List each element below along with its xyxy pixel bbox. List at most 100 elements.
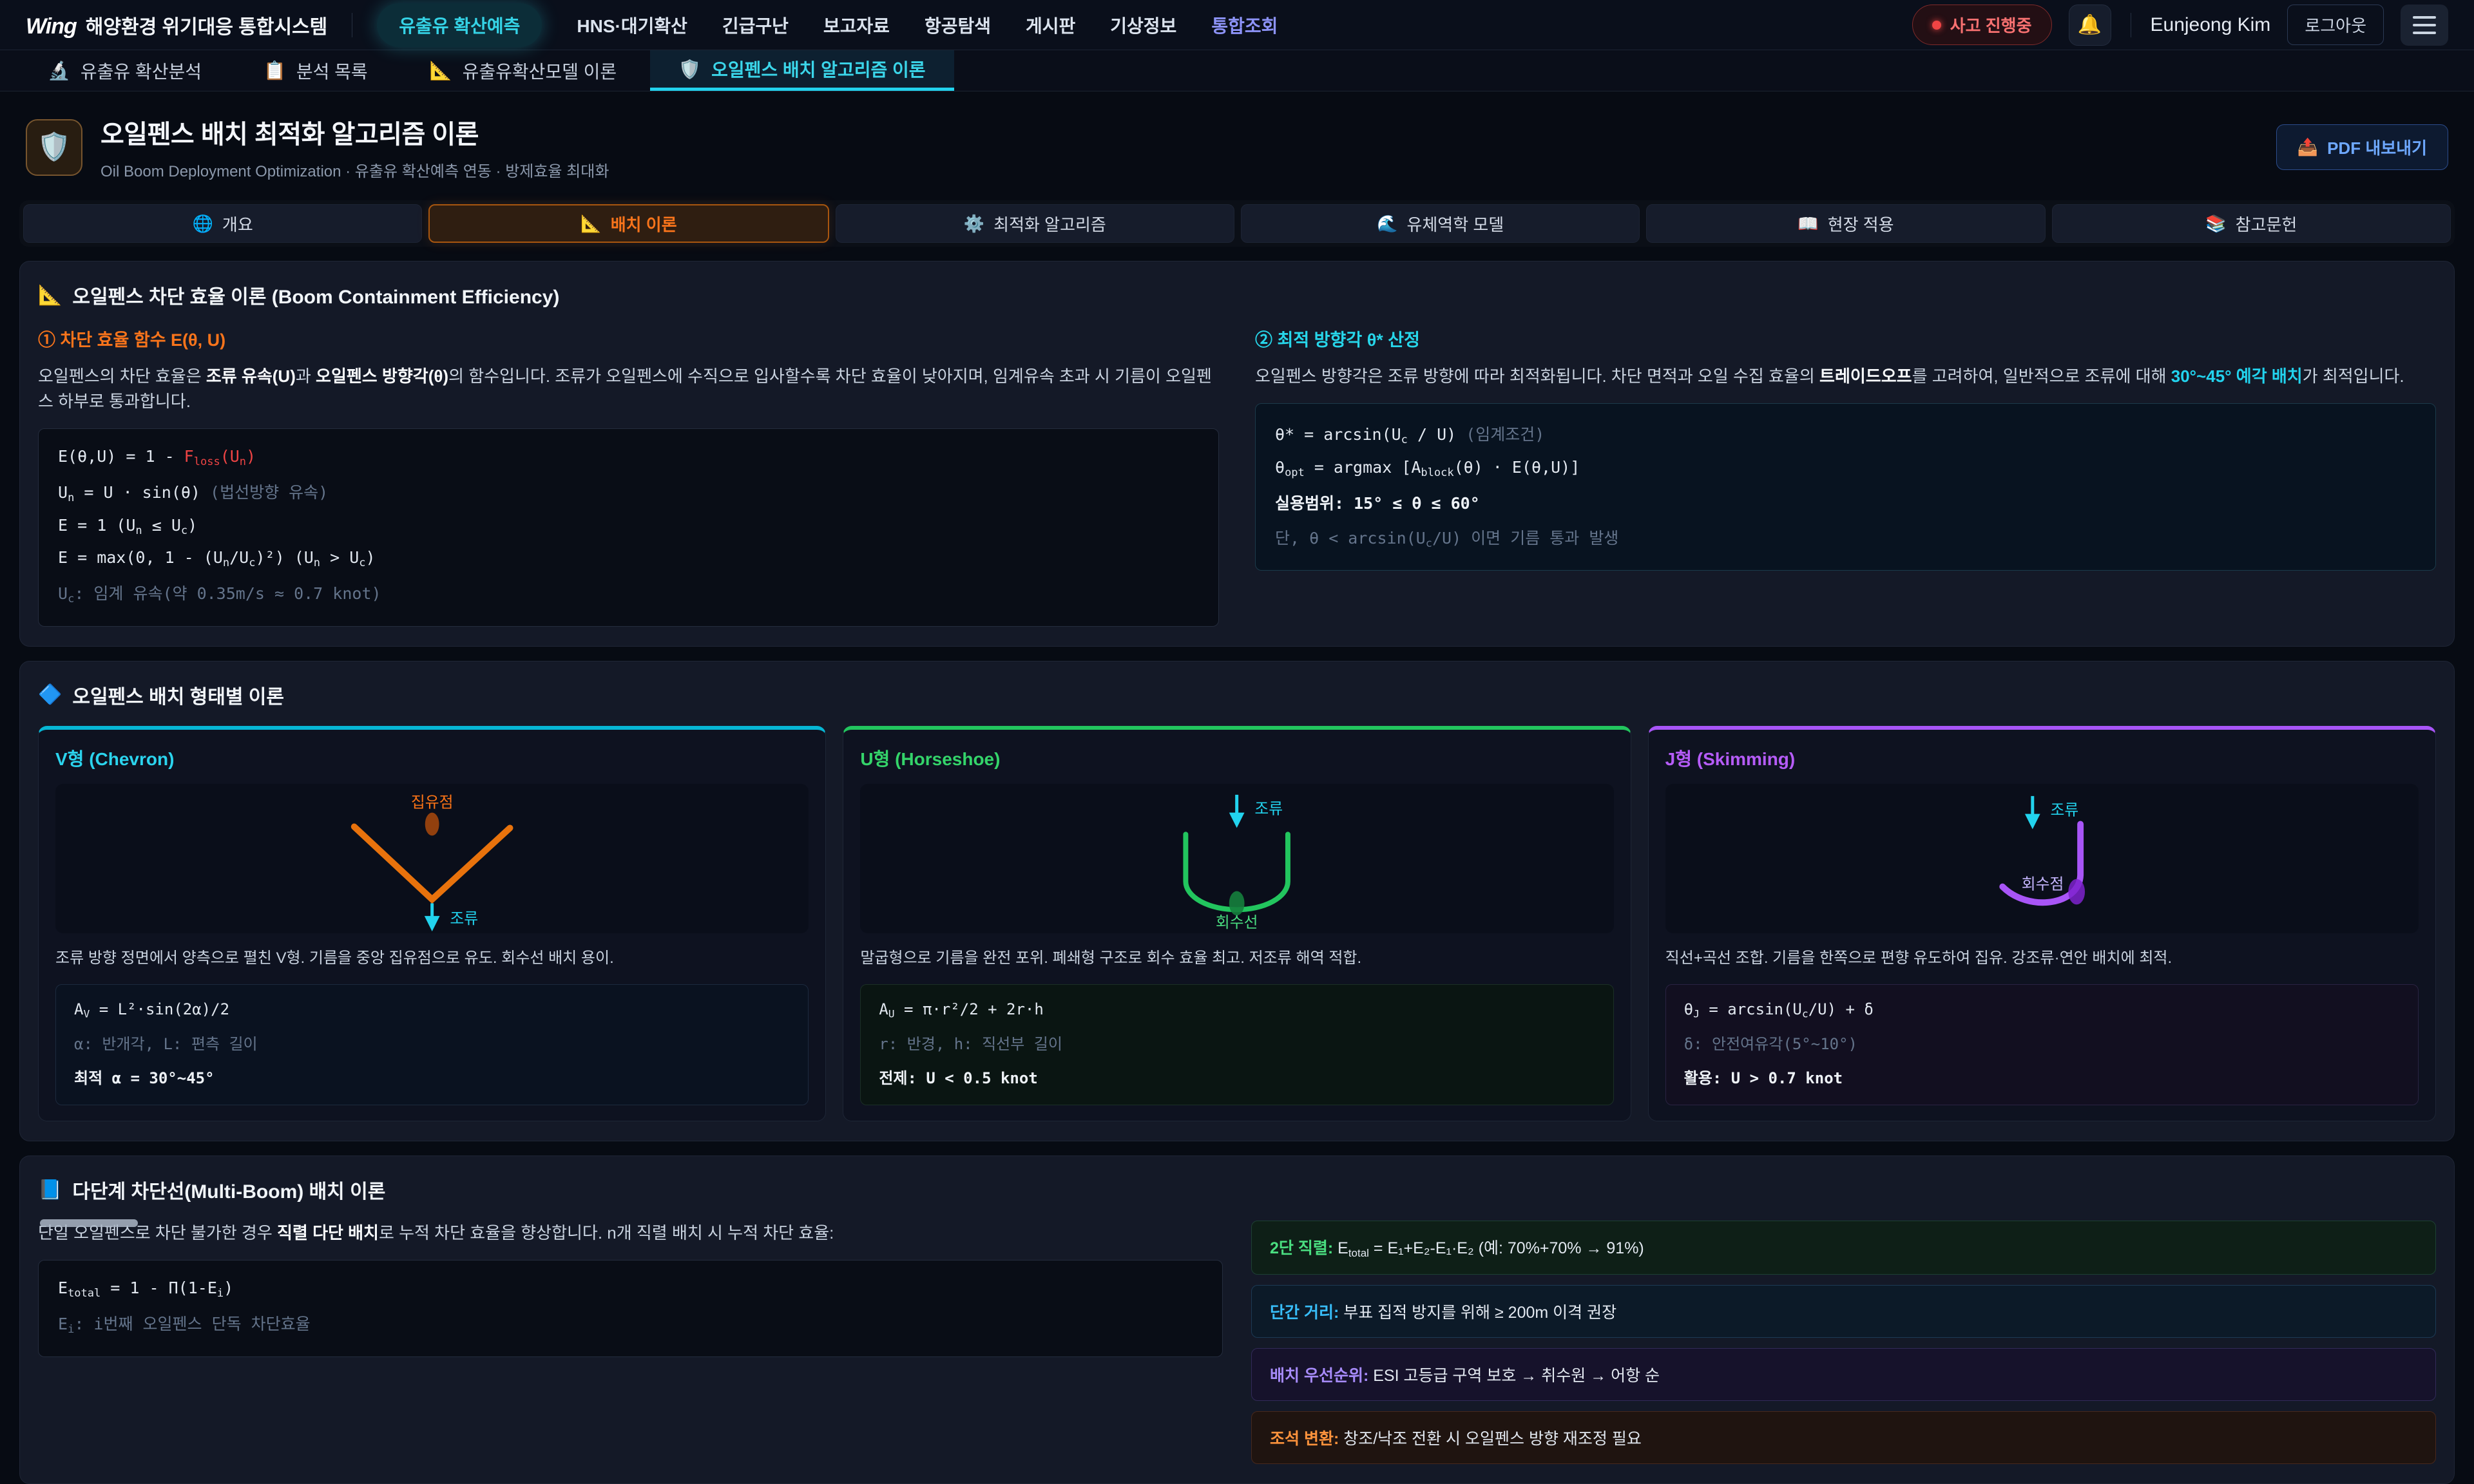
card-title: J형 (Skimming) [1665,745,2419,771]
current-label: 조류 [2050,801,2078,819]
collection-point-label: 집유점 [411,794,454,811]
formula-line: θJ = arcsin(Uc/U) + δ [1684,1000,2400,1020]
logo-text: 해양환경 위기대응 통합시스템 [86,11,327,39]
nav-item-reports[interactable]: 보고자료 [823,12,890,38]
containment-efficiency-panel: 📐 오일펜스 차단 효율 이론 (Boom Containment Effici… [19,261,2455,647]
efficiency-function-heading: ① 차단 효율 함수 E(θ, U) [38,326,1219,351]
multiboom-body: 단일 오일펜스로 차단 불가한 경우 직렬 다단 배치로 누적 차단 효율을 향… [38,1221,1223,1246]
app-logo: Wing 해양환경 위기대응 통합시스템 [26,11,327,39]
books-icon: 📚 [2205,214,2226,234]
page-subtitle: Oil Boom Deployment Optimization · 유출유 확… [101,158,609,181]
nav-item-oil-spill-prediction[interactable]: 유출유 확산예측 [377,3,542,47]
section-tab-optimization-algorithm[interactable]: ⚙️ 최적화 알고리즘 [836,204,1234,243]
open-book-icon: 📖 [1798,214,1818,234]
incident-dot-icon [1932,21,1941,30]
note-tide-change: 조석 변환: 창조/낙조 전환 시 오일펜스 방향 재조정 필요 [1251,1411,2436,1464]
nav-item-weather[interactable]: 기상정보 [1110,12,1176,38]
multiboom-formula-box: Etotal = 1 - Π(1-Ei) Ei: i번째 오일펜스 단독 차단효… [38,1260,1223,1357]
optimal-angle-body: 오일펜스 방향각은 조류 방향에 따라 최적화됩니다. 차단 면적과 오일 수집… [1255,364,2436,389]
collection-point-dot [425,812,439,835]
formula-line: E(θ,U) = 1 - Floss(Un) [58,447,1199,468]
nav-item-aerial-search[interactable]: 항공탐색 [925,12,991,38]
formula-line: E = 1 (Un ≤ Uc) [58,516,1199,537]
section-tab-field-application[interactable]: 📖 현장 적용 [1646,204,2045,243]
section-tab-references[interactable]: 📚 참고문헌 [2052,204,2451,243]
hamburger-bar [2413,24,2436,26]
tab-diffusion-model-theory[interactable]: 📐 유출유확산모델 이론 [401,50,646,91]
section-tab-label: 유체역학 모델 [1406,212,1504,236]
nav-item-board[interactable]: 게시판 [1026,12,1075,38]
recovery-dot [2068,879,2085,904]
j-boom-diagram-svg: 조류 회수점 [1665,784,2419,933]
tab-label: 오일펜스 배치 알고리즘 이론 [711,56,925,82]
card-formula-box: AU = π·r²/2 + 2r·h r: 반경, h: 직선부 길이 전제: … [860,984,1613,1106]
horizontal-scrollbar-thumb[interactable] [40,1219,138,1227]
section-tab-fluid-model[interactable]: 🌊 유체역학 모델 [1241,204,1640,243]
tab-label: 유출유확산모델 이론 [463,58,617,84]
tab-spill-analysis[interactable]: 🔬 유출유 확산분석 [19,50,230,91]
nav-item-hns-diffusion[interactable]: HNS·대기확산 [577,12,687,38]
blue-book-icon: 📘 [38,1179,62,1201]
section-tabs: 🌐 개요 📐 배치 이론 ⚙️ 최적화 알고리즘 🌊 유체역학 모델 📖 현장 … [19,200,2455,247]
nav-item-emergency-rescue[interactable]: 긴급구난 [722,12,789,38]
microscope-icon: 🔬 [48,60,70,81]
recovery-point-label: 회수점 [2021,875,2064,893]
efficiency-left-column: ① 차단 효율 함수 E(θ, U) 오일펜스의 차단 효율은 조류 유속(U)… [38,326,1219,627]
wave-icon: 🌊 [1377,214,1397,234]
bell-icon: 🔔 [2078,14,2102,36]
tab-label: 분석 목록 [296,58,368,84]
section-tab-label: 현장 적용 [1828,212,1894,236]
current-arrow-head [425,916,440,931]
logout-button[interactable]: 로그아웃 [2287,5,2384,45]
panel-title: 📘 다단계 차단선(Multi-Boom) 배치 이론 [38,1175,2436,1204]
tab-analysis-list[interactable]: 📋 분석 목록 [235,50,396,91]
panel-title: 🔷 오일펜스 배치 형태별 이론 [38,681,2436,709]
incident-badge-label: 사고 진행중 [1950,13,2032,37]
notifications-button[interactable]: 🔔 [2069,5,2111,46]
triangle-ruler-icon: 📐 [580,214,601,234]
card-description: 조류 방향 정면에서 양측으로 펼친 V형. 기름을 중앙 집유점으로 유도. … [55,947,809,970]
card-formula-box: θJ = arcsin(Uc/U) + δ δ: 안전여유각(5°~10°) 활… [1665,984,2419,1106]
card-horseshoe-boom: U형 (Horseshoe) 조류 회수선 말굽형으로 기름을 완전 포위. 폐… [843,726,1631,1121]
efficiency-function-body: 오일펜스의 차단 효율은 조류 유속(U)과 오일펜스 방향각(θ)의 함수입니… [38,364,1219,414]
current-arrow-head [1229,812,1245,828]
chevron-diagram: 집유점 조류 [55,784,809,933]
efficiency-right-column: ② 최적 방향각 θ* 산정 오일펜스 방향각은 조류 방향에 따라 최적화됩니… [1255,326,2436,627]
section-tab-deployment-theory[interactable]: 📐 배치 이론 [428,204,829,243]
panel-title-text: 오일펜스 차단 효율 이론 (Boom Containment Efficien… [72,281,559,309]
main-nav: 유출유 확산예측 HNS·대기확산 긴급구난 보고자료 항공탐색 게시판 기상정… [377,3,1278,47]
formula-line: Ei: i번째 오일펜스 단독 차단효율 [58,1311,1203,1336]
formula-line: δ: 안전여유각(5°~10°) [1684,1031,2400,1054]
nav-item-integrated-search[interactable]: 통합조회 [1211,12,1278,38]
u-boom-diagram-svg: 조류 회수선 [860,784,1613,933]
hamburger-menu-button[interactable] [2401,5,2448,46]
recovery-line-label: 회수선 [1216,914,1258,931]
hamburger-bar [2413,16,2436,19]
formula-line: 활용: U > 0.7 knot [1684,1065,2400,1088]
current-label: 조류 [1255,800,1283,817]
triangle-ruler-icon: 📐 [430,60,452,81]
section-tab-overview[interactable]: 🌐 개요 [23,204,422,243]
sub-tab-bar: 🔬 유출유 확산분석 📋 분석 목록 📐 유출유확산모델 이론 🛡️ 오일펜스 … [0,50,2474,91]
incident-status-badge[interactable]: 사고 진행중 [1912,5,2052,45]
multiboom-right-column: 2단 직렬: Etotal = E₁+E₂-E₁·E₂ (예: 70%+70% … [1251,1221,2436,1464]
note-two-stage-series: 2단 직렬: Etotal = E₁+E₂-E₁·E₂ (예: 70%+70% … [1251,1221,2436,1275]
current-arrow-head [2025,813,2040,829]
section-tab-label: 개요 [222,212,253,236]
card-description: 직선+곡선 조합. 기름을 한쪽으로 편향 유도하여 집유. 강조류·연안 배치… [1665,947,2419,970]
tab-boom-algorithm-theory[interactable]: 🛡️ 오일펜스 배치 알고리즘 이론 [650,50,954,91]
gear-icon: ⚙️ [964,214,984,234]
v-boom-diagram-svg: 집유점 조류 [55,784,809,933]
card-chevron-boom: V형 (Chevron) 집유점 조류 조류 방향 정면에서 양측으로 펼친 V… [38,726,826,1121]
multiboom-left-column: 단일 오일펜스로 차단 불가한 경우 직렬 다단 배치로 누적 차단 효율을 향… [38,1221,1223,1464]
formula-line: Uc: 임계 유속(약 0.35m/s ≈ 0.7 knot) [58,581,1199,605]
user-name: Eunjeong Kim [2151,14,2271,36]
pdf-export-button[interactable]: 📤 PDF 내보내기 [2276,124,2448,170]
formula-line: AV = L²·sin(2α)/2 [74,1000,790,1020]
triangle-ruler-icon: 📐 [38,284,62,307]
page-shield-icon: 🛡️ [26,119,82,176]
panel-title-text: 다단계 차단선(Multi-Boom) 배치 이론 [72,1175,385,1204]
formula-line: 전제: U < 0.5 knot [879,1065,1595,1088]
globe-icon: 🌐 [193,214,213,234]
card-skimming-boom: J형 (Skimming) 조류 회수점 직선+곡선 조합. 기름을 한쪽으로 … [1648,726,2436,1121]
